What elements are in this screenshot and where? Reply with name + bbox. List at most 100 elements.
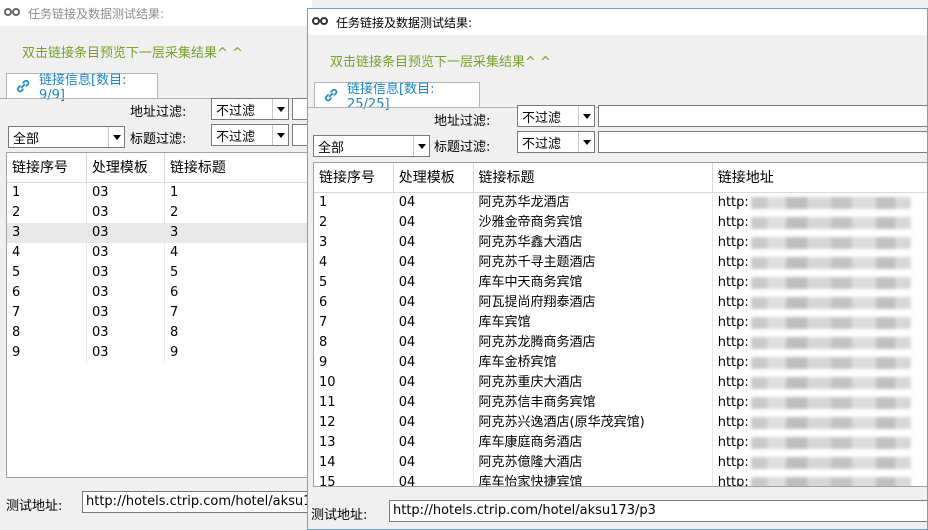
cell-text: 04	[398, 295, 416, 310]
table-row[interactable]: 7 03 7	[7, 303, 311, 323]
back-links-grid[interactable]: 链接序号 处理模板 链接标题 1 03 1 2 03 2 3 03 3 4 03 4 5 03 5 6 03 6 7…	[6, 152, 312, 478]
col-header-link-no[interactable]: 链接序号	[7, 153, 87, 182]
cell-text: 7	[12, 305, 21, 320]
back-preview-hint: 双击链接条目预览下一层采集结果^ ^	[22, 46, 243, 61]
table-row[interactable]: 13 04 库车康庭商务酒店 http:	[314, 433, 927, 453]
table-cell: 5	[7, 263, 87, 283]
table-cell: 04	[394, 473, 474, 487]
table-row[interactable]: 8 04 阿克苏龙腾商务酒店 http:	[314, 333, 927, 353]
back-window-title: 任务链接及数据测试结果:	[28, 6, 165, 21]
table-cell: 04	[394, 233, 474, 253]
table-row[interactable]: 3 03 3	[7, 223, 311, 243]
front-address-filter-input[interactable]	[598, 105, 927, 127]
table-row[interactable]: 2 03 2	[7, 203, 311, 223]
dropdown-arrow-icon[interactable]	[272, 99, 288, 119]
table-cell: 阿克苏龙腾商务酒店	[474, 333, 713, 353]
table-row[interactable]: 8 03 8	[7, 323, 311, 343]
table-row[interactable]: 4 04 阿克苏千寻主题酒店 http:	[314, 253, 927, 273]
front-title-filter-select[interactable]: 不过滤	[517, 131, 595, 153]
table-cell: http:	[713, 433, 927, 453]
dropdown-arrow-icon[interactable]	[578, 132, 594, 152]
table-row[interactable]: 11 04 阿克苏信丰商务宾馆 http:	[314, 393, 927, 413]
front-scope-value: 全部	[318, 140, 345, 156]
cell-text: 阿克苏兴逸酒店(原华茂宾馆)	[478, 415, 645, 430]
cell-text: 1	[169, 185, 179, 200]
col-header-link-title[interactable]: 链接标题	[165, 153, 311, 182]
table-row[interactable]: 2 04 沙雅金帝商务宾馆 http:	[314, 213, 927, 233]
table-row[interactable]: 4 03 4	[7, 243, 311, 263]
cell-text: 9	[319, 355, 328, 370]
front-tab-link-info[interactable]: 链接信息[数目: 25/25]	[314, 82, 480, 112]
dropdown-arrow-icon[interactable]	[272, 125, 288, 145]
col-header-template[interactable]: 处理模板	[87, 153, 165, 182]
table-row[interactable]: 15 04 库车怡家快捷宾馆 http:	[314, 473, 927, 487]
back-scope-select[interactable]: 全部	[8, 126, 125, 148]
table-cell: 阿克苏兴逸酒店(原华茂宾馆)	[474, 413, 713, 433]
table-cell: 11	[314, 393, 394, 413]
dropdown-arrow-icon[interactable]	[578, 106, 594, 126]
front-test-address-input[interactable]: http://hotels.ctrip.com/hotel/aksu173/p3	[389, 500, 927, 522]
table-cell: http:	[713, 473, 927, 487]
back-title-bar[interactable]: 任务链接及数据测试结果:	[0, 0, 312, 26]
front-title-filter-label: 标题过滤:	[434, 140, 491, 155]
back-title-filter-select[interactable]: 不过滤	[211, 124, 289, 146]
table-row[interactable]: 1 04 阿克苏华龙酒店 http:	[314, 193, 927, 213]
dropdown-arrow-icon[interactable]	[108, 127, 124, 147]
col-header-link-title[interactable]: 链接标题	[474, 163, 713, 192]
cell-text: 03	[91, 265, 109, 280]
redacted-url-blur	[750, 436, 911, 449]
col-header-template[interactable]: 处理模板	[394, 163, 474, 192]
dropdown-arrow-icon[interactable]	[413, 136, 429, 156]
back-address-filter-select[interactable]: 不过滤	[211, 98, 289, 120]
table-row[interactable]: 6 03 6	[7, 283, 311, 303]
back-test-address-input[interactable]: http://hotels.ctrip.com/hotel/aksu17	[82, 491, 312, 513]
table-row[interactable]: 6 04 阿瓦提尚府翔泰酒店 http:	[314, 293, 927, 313]
front-links-grid[interactable]: 链接序号 处理模板 链接标题 链接地址 1 04 阿克苏华龙酒店 http: 2 04 沙雅…	[313, 162, 927, 487]
cell-text: 04	[398, 455, 416, 470]
table-cell: 03	[87, 303, 165, 323]
table-row[interactable]: 14 04 阿克苏億隆大酒店 http:	[314, 453, 927, 473]
front-title-filter-input[interactable]	[598, 131, 927, 153]
table-row[interactable]: 9 04 库车金桥宾馆 http:	[314, 353, 927, 373]
table-row[interactable]: 12 04 阿克苏兴逸酒店(原华茂宾馆) http:	[314, 413, 927, 433]
front-address-filter-select[interactable]: 不过滤	[517, 105, 595, 127]
cell-text: 2	[12, 205, 21, 220]
cell-text: http:	[717, 395, 749, 410]
front-title-bar[interactable]: 任务链接及数据测试结果:	[308, 9, 927, 35]
table-cell: 10	[314, 373, 394, 393]
table-cell: http:	[713, 313, 927, 333]
table-row[interactable]: 10 04 阿克苏重庆大酒店 http:	[314, 373, 927, 393]
back-title-filter-label: 标题过滤:	[130, 132, 187, 147]
redacted-url-blur	[750, 396, 911, 409]
cell-text: http:	[717, 255, 749, 270]
front-results-window: 任务链接及数据测试结果: 双击链接条目预览下一层采集结果^ ^ 链接信息[数目:…	[307, 8, 928, 530]
table-row[interactable]: 5 03 5	[7, 263, 311, 283]
table-row[interactable]: 1 03 1	[7, 183, 311, 203]
table-cell: 8	[314, 333, 394, 353]
front-scope-select[interactable]: 全部	[313, 135, 430, 157]
table-row[interactable]: 3 04 阿克苏华鑫大酒店 http:	[314, 233, 927, 253]
table-cell: http:	[713, 193, 927, 213]
table-cell: 3	[314, 233, 394, 253]
cell-text: http:	[717, 435, 749, 450]
table-row[interactable]: 9 03 9	[7, 343, 311, 363]
table-row[interactable]: 5 04 库车中天商务宾馆 http:	[314, 273, 927, 293]
cell-text: http:	[717, 275, 749, 290]
table-cell: 1	[314, 193, 394, 213]
cell-text: 库车怡家快捷宾馆	[478, 475, 583, 487]
cell-text: 04	[398, 475, 416, 487]
col-header-link-address[interactable]: 链接地址	[713, 163, 927, 192]
cell-text: 8	[319, 335, 328, 350]
table-cell: http:	[713, 273, 927, 293]
cell-text: http:	[717, 315, 749, 330]
table-cell: 库车怡家快捷宾馆	[474, 473, 713, 487]
back-grid-header: 链接序号 处理模板 链接标题	[7, 153, 311, 183]
table-row[interactable]: 7 04 库车宾馆 http:	[314, 313, 927, 333]
cell-text: http:	[717, 475, 749, 487]
back-tab-link-info[interactable]: 链接信息[数目: 9/9]	[6, 73, 158, 103]
cell-text: 阿瓦提尚府翔泰酒店	[478, 295, 596, 310]
cell-text: 03	[91, 325, 109, 340]
col-header-link-no[interactable]: 链接序号	[314, 163, 394, 192]
cell-text: 5	[12, 265, 21, 280]
table-cell: 2	[165, 203, 311, 223]
